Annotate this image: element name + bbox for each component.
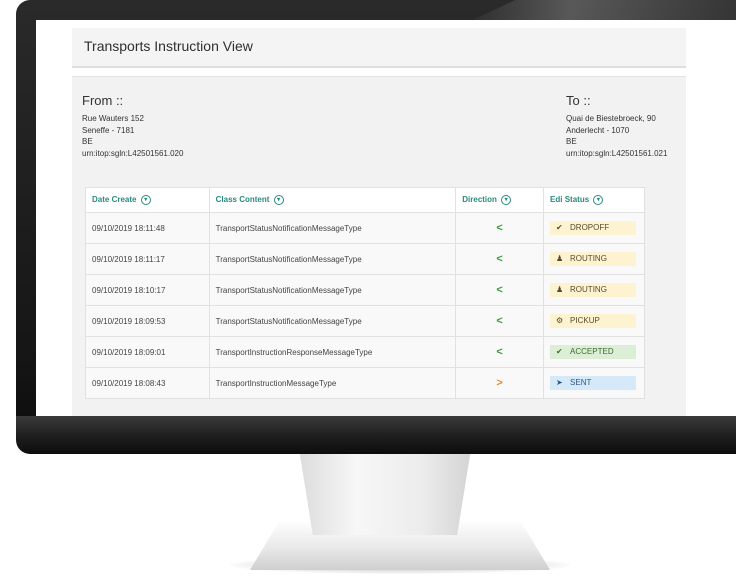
cell-class: TransportStatusNotificationMessageType [208, 274, 457, 306]
sort-icon[interactable]: ▾ [273, 195, 284, 205]
table-header-row: Date Create ▾ Class Content ▾ Direction … [85, 187, 645, 213]
sort-icon[interactable]: ▾ [593, 195, 604, 205]
page-header: Transports Instruction View [72, 28, 686, 68]
from-address-line: urn:itop:sgln:L42501561.020 [82, 148, 184, 158]
from-address-line: BE [82, 137, 93, 146]
cell-date: 09/10/2019 18:09:01 [85, 336, 210, 368]
cell-class: TransportInstructionMessageType [208, 367, 457, 399]
cell-status: ♟ ROUTING [543, 243, 645, 275]
column-header-direction[interactable]: Direction ▾ [455, 187, 545, 213]
cell-date: 09/10/2019 18:09:53 [85, 305, 210, 337]
status-label: DROPOFF [570, 223, 610, 232]
column-header-label: Date Create [92, 195, 137, 205]
direction-in-icon: < [455, 243, 545, 275]
status-badge: ⚙ PICKUP [550, 314, 637, 328]
instruction-panel: From :: Rue Wauters 152 Seneffe - 7181 B… [72, 76, 686, 416]
cell-status: ♟ ROUTING [543, 274, 645, 306]
to-address-line: Anderlecht - 1070 [566, 125, 630, 135]
table-row[interactable]: 09/10/2019 18:11:48 TransportStatusNotif… [85, 212, 645, 244]
sort-icon[interactable]: ▾ [140, 195, 151, 205]
to-address-line: Quai de Biestebroeck, 90 [566, 114, 656, 123]
table-row[interactable]: 09/10/2019 18:09:53 TransportStatusNotif… [85, 305, 645, 337]
sort-icon[interactable]: ▾ [501, 195, 512, 205]
check-icon: ✔ [556, 347, 563, 356]
cell-date: 09/10/2019 18:11:48 [85, 212, 210, 244]
gear-icon: ⚙ [556, 316, 564, 325]
status-badge: ➤ SENT [550, 376, 637, 390]
status-label: SENT [570, 378, 592, 387]
column-header-label: Edi Status [550, 195, 590, 205]
from-heading: From :: [82, 93, 124, 108]
person-icon: ♟ [556, 285, 564, 294]
to-address-line: urn:itop:sgln:L42501561.021 [566, 148, 668, 158]
to-heading: To :: [566, 93, 591, 108]
status-badge: ♟ ROUTING [550, 252, 637, 266]
page-title: Transports Instruction View [84, 38, 253, 54]
monitor-chin [16, 416, 736, 454]
cell-status: ⚙ PICKUP [543, 305, 645, 337]
cell-class: TransportStatusNotificationMessageType [208, 212, 457, 244]
cell-status: ➤ SENT [543, 367, 645, 399]
cell-date: 09/10/2019 18:11:17 [85, 243, 210, 275]
from-address-line: Rue Wauters 152 [82, 114, 144, 123]
direction-in-icon: < [455, 274, 545, 306]
person-icon: ♟ [556, 254, 564, 263]
status-label: PICKUP [570, 316, 600, 325]
direction-in-icon: < [455, 336, 545, 368]
monitor-stand-neck [297, 440, 473, 535]
direction-in-icon: < [455, 212, 545, 244]
status-label: ROUTING [570, 285, 607, 294]
cell-date: 09/10/2019 18:08:43 [85, 367, 210, 399]
status-badge: ✔ ACCEPTED [550, 345, 637, 359]
send-icon: ➤ [556, 378, 563, 387]
check-icon: ✔ [556, 223, 563, 232]
cell-class: TransportInstructionResponseMessageType [208, 336, 457, 368]
status-badge: ♟ ROUTING [550, 283, 637, 297]
direction-in-icon: < [455, 305, 545, 337]
to-address: Quai de Biestebroeck, 90 Anderlecht - 10… [566, 113, 667, 159]
status-label: ROUTING [570, 254, 607, 263]
column-header-label: Direction [462, 195, 497, 205]
cell-class: TransportStatusNotificationMessageType [208, 305, 457, 337]
column-header-status[interactable]: Edi Status ▾ [543, 187, 645, 213]
status-badge: ✔ DROPOFF [550, 221, 637, 235]
cell-class: TransportStatusNotificationMessageType [208, 243, 457, 275]
column-header-date[interactable]: Date Create ▾ [85, 187, 210, 213]
messages-table: Date Create ▾ Class Content ▾ Direction … [85, 187, 645, 399]
from-address-line: Seneffe - 7181 [82, 125, 135, 135]
cell-status: ✔ DROPOFF [543, 212, 645, 244]
from-address: Rue Wauters 152 Seneffe - 7181 BE urn:it… [82, 113, 183, 159]
to-address-line: BE [566, 137, 577, 146]
cell-status: ✔ ACCEPTED [543, 336, 645, 368]
status-label: ACCEPTED [570, 347, 614, 356]
table-row[interactable]: 09/10/2019 18:11:17 TransportStatusNotif… [85, 243, 645, 275]
table-row[interactable]: 09/10/2019 18:10:17 TransportStatusNotif… [85, 274, 645, 306]
table-row[interactable]: 09/10/2019 18:09:01 TransportInstruction… [85, 336, 645, 368]
table-row[interactable]: 09/10/2019 18:08:43 TransportInstruction… [85, 367, 645, 399]
direction-out-icon: > [455, 367, 545, 399]
column-header-class[interactable]: Class Content ▾ [208, 187, 457, 213]
monitor-screen: Transports Instruction View From :: Rue … [36, 20, 736, 416]
column-header-label: Class Content [215, 195, 270, 205]
cell-date: 09/10/2019 18:10:17 [85, 274, 210, 306]
